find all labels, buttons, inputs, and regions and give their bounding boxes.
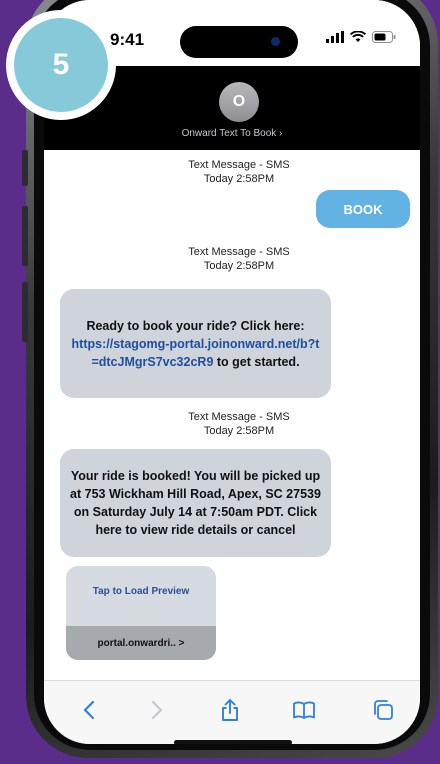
message-timestamp: Text Message - SMS Today 2:58PM [164, 158, 314, 186]
camera-dot [271, 37, 280, 46]
timestamp-type: Text Message - SMS [188, 246, 290, 258]
message-suffix: to get started. [216, 354, 300, 369]
dynamic-island [180, 26, 298, 58]
bookmarks-icon [293, 701, 315, 719]
safari-toolbar [44, 680, 420, 744]
step-number: 5 [14, 18, 108, 112]
share-button[interactable] [215, 697, 245, 723]
home-indicator[interactable] [174, 740, 292, 744]
message-thread: Text Message - SMS Today 2:58PM BOOK Tex… [44, 150, 420, 680]
tabs-icon [374, 700, 393, 720]
back-icon [83, 700, 95, 720]
timestamp-type: Text Message - SMS [188, 159, 290, 171]
side-button-volume-down [22, 282, 28, 342]
share-icon [222, 699, 238, 721]
step-badge: 5 [6, 10, 116, 120]
signal-icon [326, 31, 344, 43]
message-text: Your ride is booked! You will be picked … [70, 469, 321, 537]
contact-avatar[interactable]: O [219, 82, 259, 122]
preview-domain[interactable]: portal.onwardri.. > [66, 626, 216, 660]
timestamp-time: Today 2:58PM [203, 260, 275, 272]
message-timestamp: Text Message - SMS Today 2:58PM [164, 410, 314, 438]
message-prefix: Ready to book your ride? Click here: [86, 318, 305, 333]
phone-screen: 9:41 O Onward Text To Book › Text Messag… [44, 0, 420, 744]
incoming-message-bubble[interactable]: Ready to book your ride? Click here: htt… [60, 289, 331, 398]
message-text: Ready to book your ride? Click here: htt… [70, 317, 321, 371]
tap-to-load-preview[interactable]: Tap to Load Preview [66, 586, 216, 597]
tabs-button[interactable] [368, 697, 398, 723]
message-timestamp: Text Message - SMS Today 2:58PM [164, 245, 314, 273]
side-button-volume-up [22, 206, 28, 266]
battery-icon [372, 31, 396, 43]
contact-name[interactable]: Onward Text To Book › [44, 128, 420, 139]
status-time: 9:41 [110, 30, 145, 49]
back-button[interactable] [74, 697, 104, 723]
timestamp-time: Today 2:58PM [203, 173, 275, 185]
timestamp-time: Today 2:58PM [203, 425, 275, 437]
outgoing-message-bubble[interactable]: BOOK [316, 190, 410, 228]
bookmarks-button[interactable] [289, 697, 319, 723]
link-preview-card[interactable]: Tap to Load Preview portal.onwardri.. > [66, 566, 216, 660]
incoming-message-bubble[interactable]: Your ride is booked! You will be picked … [60, 449, 331, 557]
wifi-icon [350, 31, 366, 42]
side-button-silent [22, 150, 28, 186]
forward-icon [151, 700, 163, 720]
timestamp-type: Text Message - SMS [188, 411, 290, 423]
status-icons [326, 31, 396, 43]
forward-button[interactable] [142, 697, 172, 723]
